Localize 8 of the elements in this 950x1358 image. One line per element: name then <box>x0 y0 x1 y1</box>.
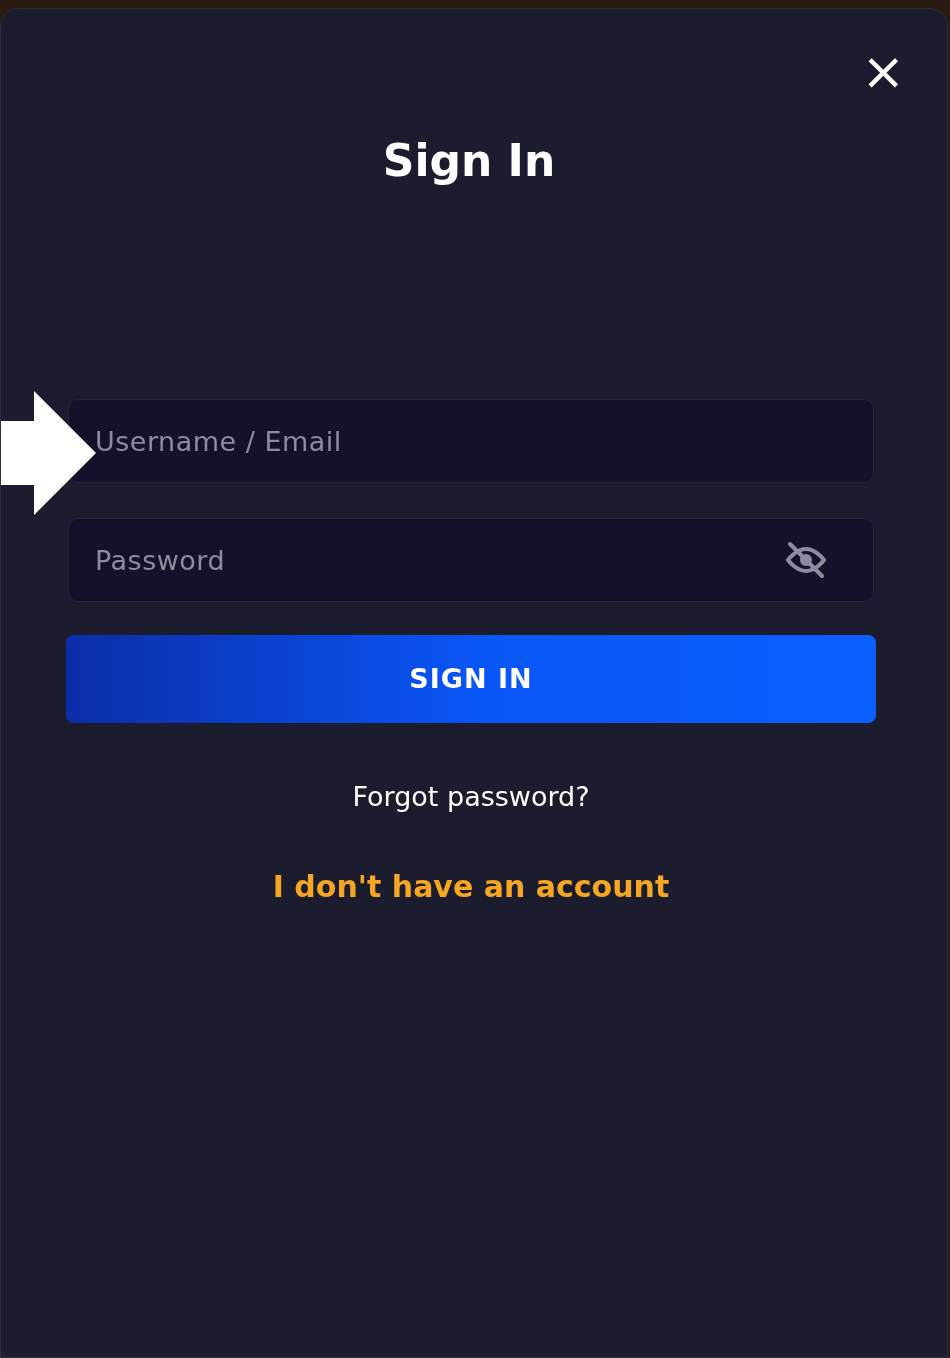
forgot-password-link[interactable]: Forgot password? <box>352 777 590 818</box>
close-button[interactable]: × <box>857 45 909 97</box>
dialog-title: Sign In <box>381 134 557 186</box>
eye-slash-icon[interactable] <box>784 541 828 580</box>
username-field[interactable]: Username / Email <box>68 399 874 484</box>
register-link[interactable]: I don't have an account <box>272 863 670 909</box>
sign-in-button[interactable]: SIGN IN <box>66 635 876 724</box>
password-field[interactable]: Password <box>68 518 874 603</box>
